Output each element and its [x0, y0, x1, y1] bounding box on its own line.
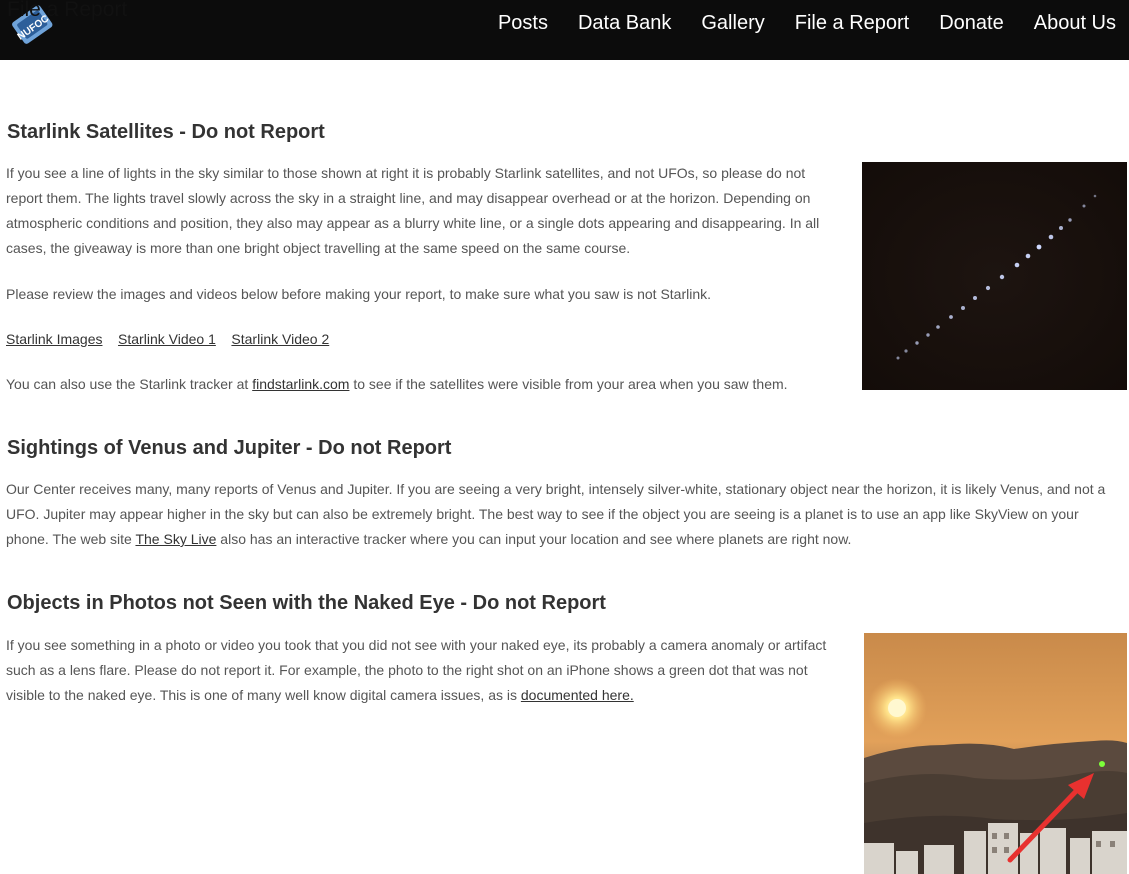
- nav-file-a-report[interactable]: File a Report: [795, 10, 910, 36]
- venus-jupiter-paragraph: Our Center receives many, many reports o…: [6, 481, 1106, 547]
- nav-donate[interactable]: Donate: [939, 10, 1004, 36]
- starlink-review-paragraph: Please review the images and videos belo…: [6, 286, 712, 302]
- logo-overlay-text: File a Report: [7, 0, 128, 21]
- starlink-tracker-paragraph: You can also use the Starlink tracker at…: [6, 376, 788, 392]
- documented-here-link[interactable]: documented here.: [521, 687, 634, 703]
- venus-jupiter-heading: Sightings of Venus and Jupiter - Do not …: [7, 437, 452, 459]
- the-sky-live-link[interactable]: The Sky Live: [135, 531, 216, 547]
- findstarlink-link[interactable]: findstarlink.com: [252, 376, 349, 392]
- starlink-images-link[interactable]: Starlink Images: [6, 331, 102, 347]
- nav-data-bank[interactable]: Data Bank: [578, 10, 671, 36]
- starlink-video-1-link[interactable]: Starlink Video 1: [118, 331, 216, 347]
- nav-gallery[interactable]: Gallery: [701, 10, 764, 36]
- nav-about-us[interactable]: About Us: [1034, 10, 1116, 36]
- nav-posts[interactable]: Posts: [498, 10, 548, 36]
- sunset-green-dot-photo: [864, 633, 1127, 874]
- starlink-links-row: Starlink Images Starlink Video 1 Starlin…: [6, 327, 841, 352]
- starlink-paragraph: If you see a line of lights in the sky s…: [6, 165, 820, 256]
- starlink-satellites-photo: [862, 162, 1127, 390]
- starlink-heading: Starlink Satellites - Do not Report: [7, 121, 325, 143]
- main-nav: Posts Data Bank Gallery File a Report Do…: [468, 10, 1116, 36]
- photo-objects-paragraph: If you see something in a photo or video…: [6, 637, 827, 703]
- photo-objects-heading: Objects in Photos not Seen with the Nake…: [7, 592, 606, 614]
- starlink-video-2-link[interactable]: Starlink Video 2: [231, 331, 329, 347]
- top-nav-bar: NUFOC File a Report Posts Data Bank Gall…: [0, 0, 1129, 60]
